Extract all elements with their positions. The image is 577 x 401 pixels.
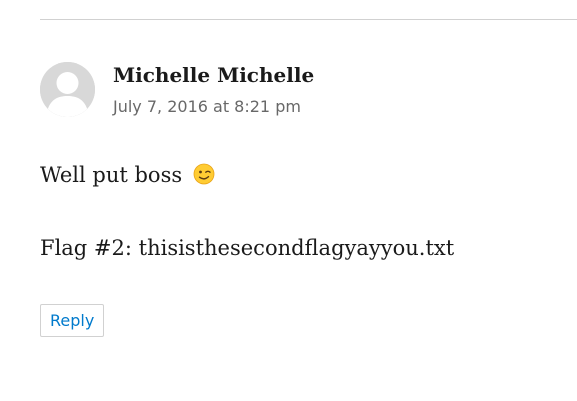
comment-paragraph: Well put boss	[40, 160, 215, 190]
default-avatar-icon	[40, 62, 95, 117]
comment-paragraph: Flag #2: thisisthesecondflagyayyou.txt	[40, 233, 454, 263]
reply-button[interactable]: Reply	[40, 304, 105, 337]
comment-timestamp[interactable]: July 7, 2016 at 8:21 pm	[113, 96, 301, 118]
avatar	[40, 62, 95, 117]
winking-face-emoji	[193, 163, 215, 185]
comment-author[interactable]: Michelle Michelle	[113, 61, 314, 89]
comment-text: Well put boss	[40, 163, 183, 187]
comment-text: Flag #2: thisisthesecondflagyayyou.txt	[40, 236, 455, 260]
comment-divider	[40, 19, 577, 20]
